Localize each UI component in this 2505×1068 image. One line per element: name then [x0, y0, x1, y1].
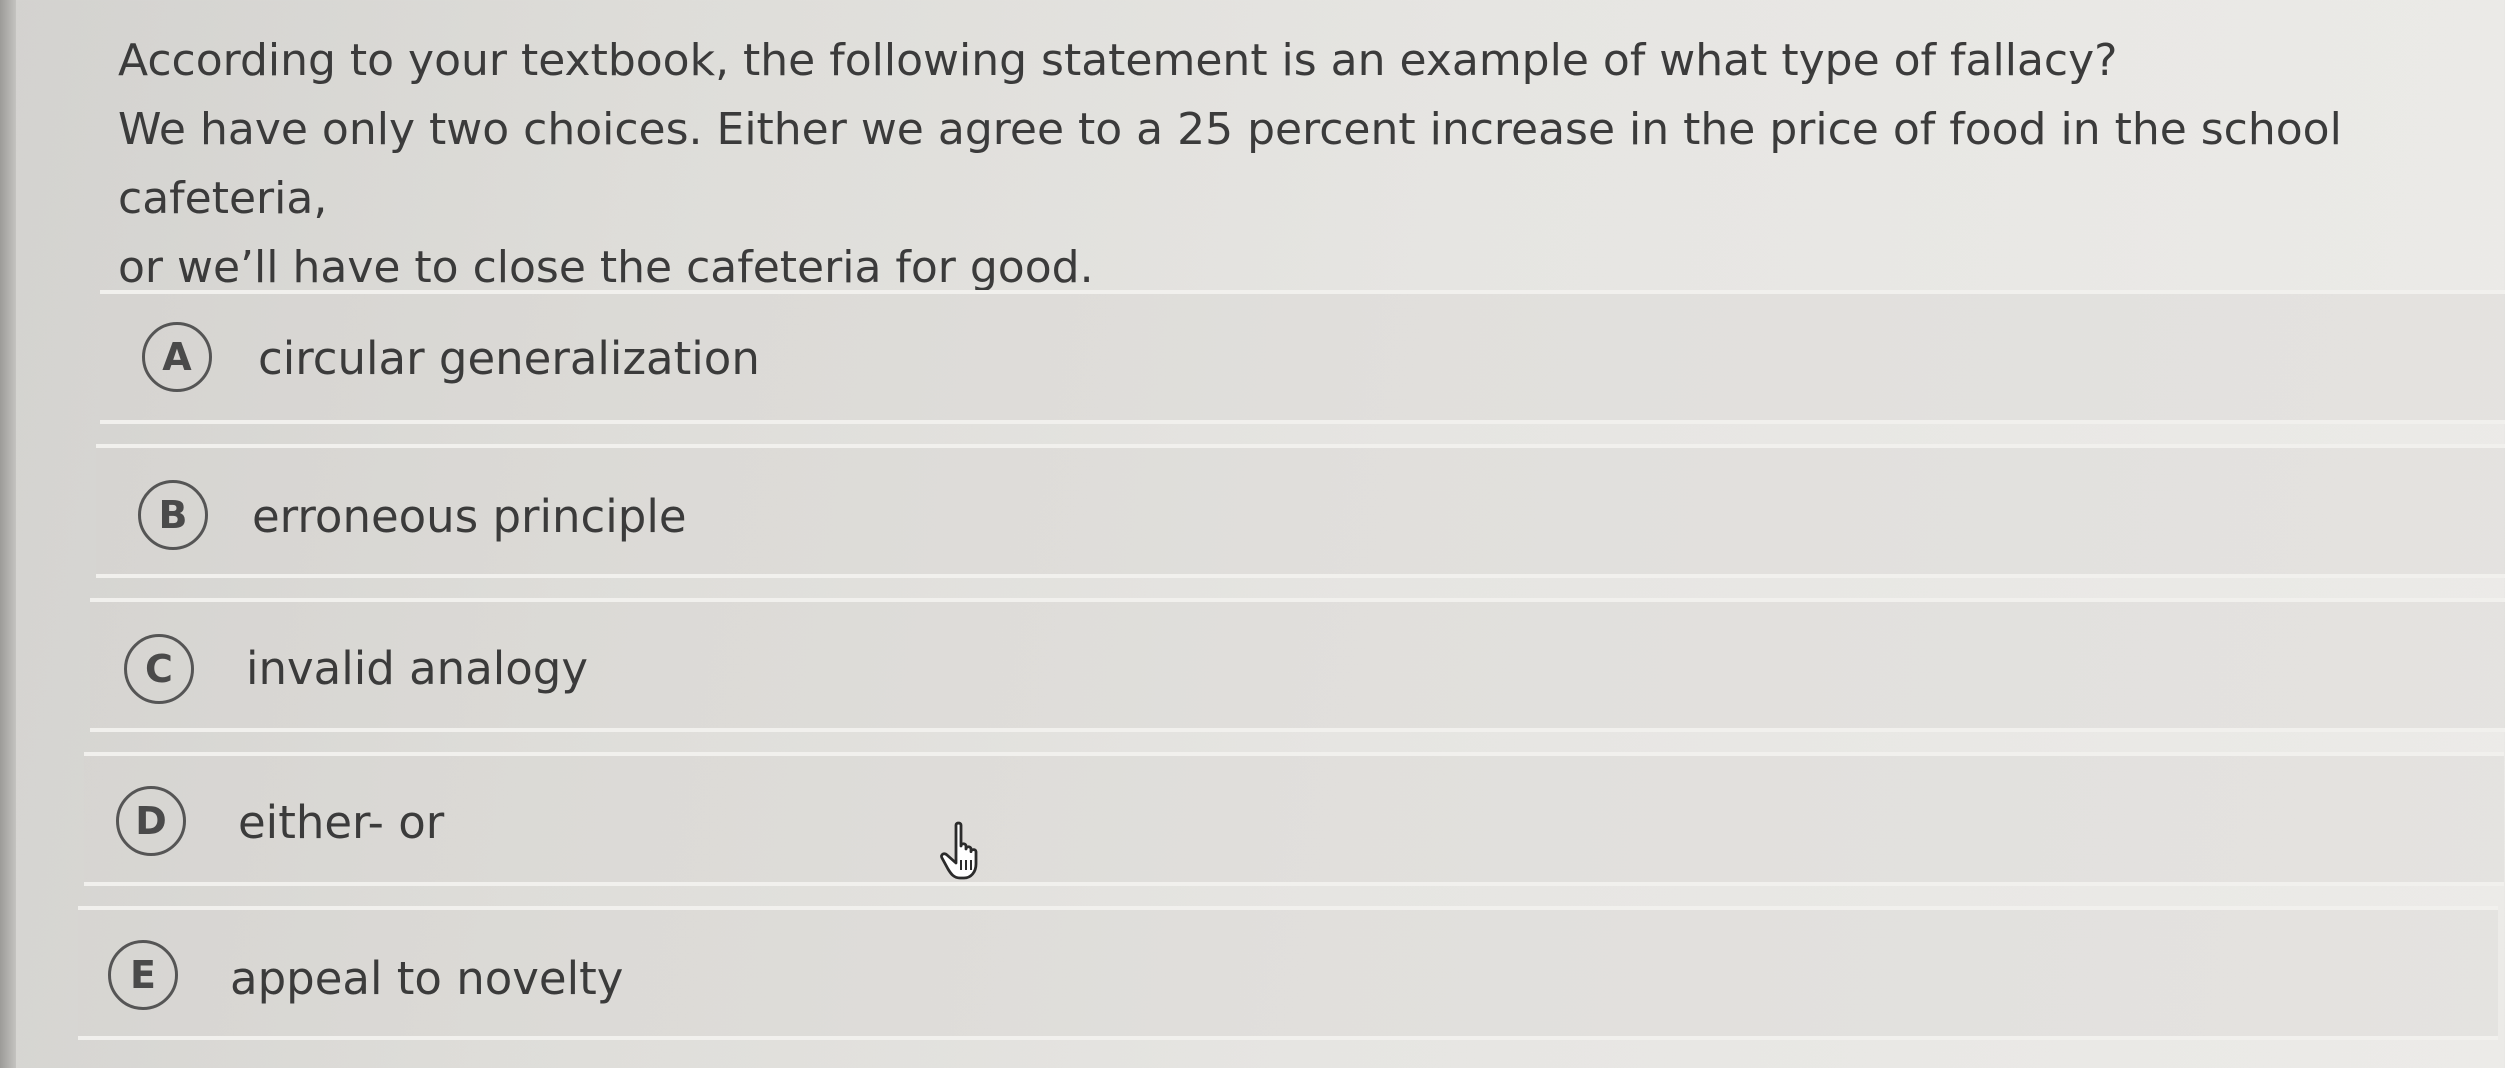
option-b[interactable]: B erroneous principle: [96, 444, 2505, 578]
question-statement-line-1: We have only two choices. Either we agre…: [118, 104, 2342, 224]
option-a-letter-badge: A: [142, 322, 212, 392]
option-e-letter-badge: E: [108, 940, 178, 1010]
screen-left-edge: [0, 0, 16, 1068]
option-d[interactable]: D either- or: [84, 752, 2504, 886]
option-a[interactable]: A circular generalization: [100, 290, 2505, 424]
question-block: According to your textbook, the followin…: [118, 26, 2478, 302]
option-e[interactable]: E appeal to novelty: [78, 906, 2498, 1040]
option-c[interactable]: C invalid analogy: [90, 598, 2505, 732]
question-prompt: According to your textbook, the followin…: [118, 35, 2118, 86]
option-d-letter-badge: D: [116, 786, 186, 856]
option-b-letter-badge: B: [138, 480, 208, 550]
pointer-hand-icon: [940, 821, 978, 880]
option-d-label: either- or: [238, 796, 445, 849]
option-b-label: erroneous principle: [252, 490, 687, 543]
option-e-label: appeal to novelty: [230, 952, 624, 1005]
option-c-label: invalid analogy: [246, 642, 589, 695]
option-c-letter-badge: C: [124, 634, 194, 704]
option-a-label: circular generalization: [258, 332, 760, 385]
